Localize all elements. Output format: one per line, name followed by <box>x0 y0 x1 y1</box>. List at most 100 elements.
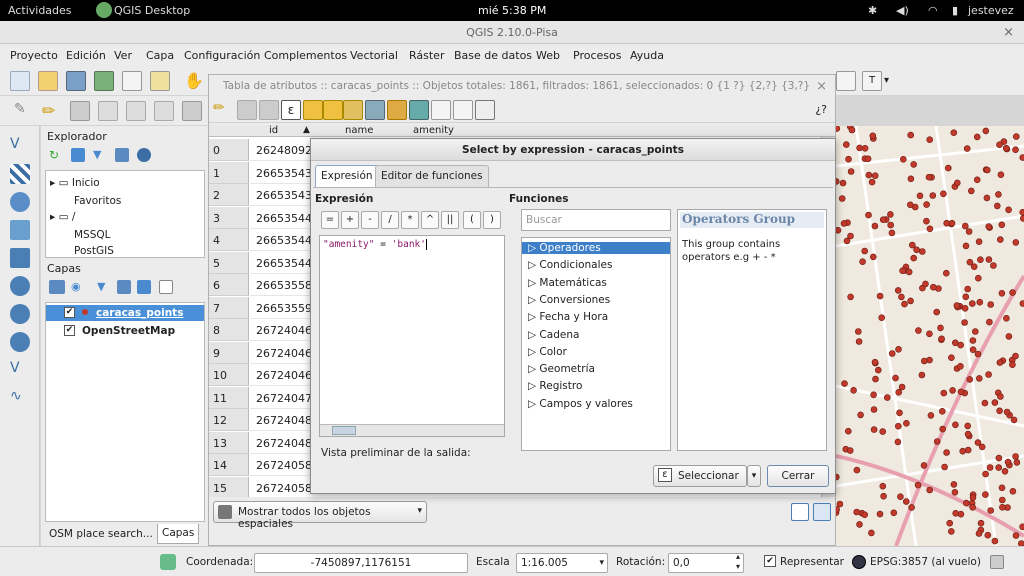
function-group-item[interactable]: ▷ Registro <box>528 380 582 392</box>
layer-checkbox[interactable]: ✔ <box>64 325 75 336</box>
cell-id[interactable]: 26724046 <box>250 341 314 364</box>
row-number[interactable]: 1 <box>209 161 249 184</box>
row-number[interactable]: 4 <box>209 229 249 251</box>
menu-capa[interactable]: Capa <box>146 49 174 62</box>
menu-ver[interactable]: Ver <box>114 49 132 62</box>
row-number[interactable]: 13 <box>209 431 249 454</box>
layer-checkbox[interactable]: ✔ <box>64 307 75 318</box>
globe-icon[interactable] <box>852 555 866 569</box>
cell-id[interactable]: 26653543 <box>250 161 314 184</box>
table-view-icon[interactable] <box>813 503 831 521</box>
row-number[interactable]: 10 <box>209 364 249 386</box>
more-layers-chevron-icon[interactable] <box>8 380 44 400</box>
row-number[interactable]: 2 <box>209 184 249 206</box>
column-header-id[interactable]: id <box>269 125 278 136</box>
text-annotation-icon[interactable]: T <box>862 71 882 91</box>
operator-power-button[interactable]: ^ <box>421 211 439 229</box>
cell-id[interactable]: 26724058 <box>250 476 314 497</box>
browser-item-favoritos[interactable]: Favoritos <box>74 195 121 207</box>
row-number[interactable]: 15 <box>209 476 249 497</box>
menu-vectorial[interactable]: Vectorial <box>350 49 398 62</box>
cell-id[interactable]: 26653559 <box>250 296 314 319</box>
menu-ayuda[interactable]: Ayuda <box>630 49 664 62</box>
wifi-icon[interactable]: ◠ <box>928 4 938 17</box>
scale-combo[interactable]: 1:16.005 ▾ <box>516 553 608 573</box>
show-features-dropdown[interactable]: Mostrar todos los objetos espaciales ▾ <box>213 501 427 530</box>
collapse-all-icon[interactable] <box>115 148 129 162</box>
delete-selected-icon[interactable] <box>182 101 202 121</box>
function-group-item[interactable]: ▷ Campos y valores <box>528 398 633 410</box>
field-calculator-icon[interactable] <box>475 100 495 120</box>
chevron-down-icon[interactable]: ▾ <box>884 71 904 91</box>
info-icon[interactable] <box>137 148 151 162</box>
messages-icon[interactable] <box>160 554 176 570</box>
toggle-editing-icon[interactable]: ✏ <box>42 101 62 121</box>
browser-item-inicio[interactable]: ▸ ▭ Inicio <box>50 177 100 189</box>
function-group-item[interactable]: ▷ Conversiones <box>528 294 610 306</box>
add-postgis-layer-icon[interactable] <box>10 192 30 212</box>
deselect-all-icon[interactable] <box>343 100 363 120</box>
add-mssql-layer-icon[interactable] <box>10 248 30 268</box>
select-options-chevron-icon[interactable]: ▾ <box>747 465 761 487</box>
cell-id[interactable]: 26724048 <box>250 431 314 454</box>
tab-capas[interactable]: Capas <box>157 524 200 544</box>
volume-icon[interactable]: ◀) <box>896 4 909 17</box>
row-number[interactable]: 11 <box>209 386 249 409</box>
browser-item-root[interactable]: ▸ ▭ / <box>50 211 75 223</box>
menu-configuracion[interactable]: Configuración <box>184 49 260 62</box>
eye-icon[interactable]: ◉ <box>71 280 87 294</box>
expand-all-icon[interactable] <box>117 280 131 294</box>
expand-arrow-icon[interactable]: ▷ <box>528 242 539 254</box>
accessibility-icon[interactable]: ✱ <box>868 4 877 17</box>
tab-osm-place-search[interactable]: OSM place search... <box>45 527 157 541</box>
pan-to-selected-icon[interactable] <box>409 100 429 120</box>
tips-icon[interactable] <box>836 71 856 91</box>
node-tool-icon[interactable] <box>154 101 174 121</box>
new-print-composer-icon[interactable] <box>122 71 142 91</box>
add-wcs-layer-icon[interactable] <box>10 304 30 324</box>
menu-base-de-datos[interactable]: Base de datos <box>454 49 532 62</box>
add-raster-layer-icon[interactable] <box>10 164 30 184</box>
paste-features-icon[interactable] <box>453 100 473 120</box>
add-spatialite-layer-icon[interactable] <box>10 220 30 240</box>
expression-editor[interactable]: "amenity" = 'bank' <box>319 235 505 437</box>
add-wfs-layer-icon[interactable] <box>10 332 30 352</box>
expand-arrow-icon[interactable]: ▷ <box>528 380 539 392</box>
map-canvas[interactable] <box>836 126 1024 546</box>
operator-plus-button[interactable]: + <box>341 211 359 229</box>
delete-selected-icon[interactable] <box>259 100 279 120</box>
add-wms-layer-icon[interactable] <box>10 276 30 296</box>
add-group-icon[interactable] <box>49 280 65 294</box>
cell-id[interactable]: 26653544 <box>250 251 314 274</box>
save-edits-icon[interactable] <box>237 100 257 120</box>
close-icon[interactable]: × <box>816 79 827 94</box>
function-group-item[interactable]: ▷ Condicionales <box>528 259 612 271</box>
save-as-icon[interactable] <box>94 71 114 91</box>
function-group-item[interactable]: ▷ Operadores <box>522 242 670 254</box>
filter-select-icon[interactable] <box>365 100 385 120</box>
expand-arrow-icon[interactable]: ▷ <box>528 329 539 341</box>
activities-button[interactable]: Actividades <box>8 4 72 17</box>
operator-close-paren-button[interactable]: ) <box>483 211 501 229</box>
operator-equals-button[interactable]: = <box>321 211 339 229</box>
row-number[interactable]: 7 <box>209 296 249 319</box>
select-button[interactable]: ε Seleccionar <box>653 465 747 487</box>
menu-procesos[interactable]: Procesos <box>573 49 621 62</box>
user-menu[interactable]: jestevez <box>968 4 1014 17</box>
menu-web[interactable]: Web <box>536 49 560 62</box>
expand-arrow-icon[interactable]: ▷ <box>528 294 539 306</box>
select-all-icon[interactable] <box>303 100 323 120</box>
operator-minus-button[interactable]: - <box>361 211 379 229</box>
expand-arrow-icon[interactable]: ▷ <box>528 311 539 323</box>
filter-icon[interactable]: ▼ <box>93 148 107 162</box>
cell-id[interactable]: 26653543 <box>250 184 314 206</box>
pan-hand-icon[interactable]: ✋ <box>184 71 204 91</box>
cell-id[interactable]: 26653544 <box>250 206 314 229</box>
row-number[interactable]: 12 <box>209 409 249 431</box>
refresh-icon[interactable]: ↻ <box>49 148 63 162</box>
row-number[interactable]: 6 <box>209 274 249 296</box>
save-project-icon[interactable] <box>66 71 86 91</box>
tab-editor-de-funciones[interactable]: Editor de funciones <box>375 165 489 187</box>
add-vector-layer-icon[interactable]: V <box>10 136 30 156</box>
log-messages-icon[interactable] <box>990 555 1004 569</box>
